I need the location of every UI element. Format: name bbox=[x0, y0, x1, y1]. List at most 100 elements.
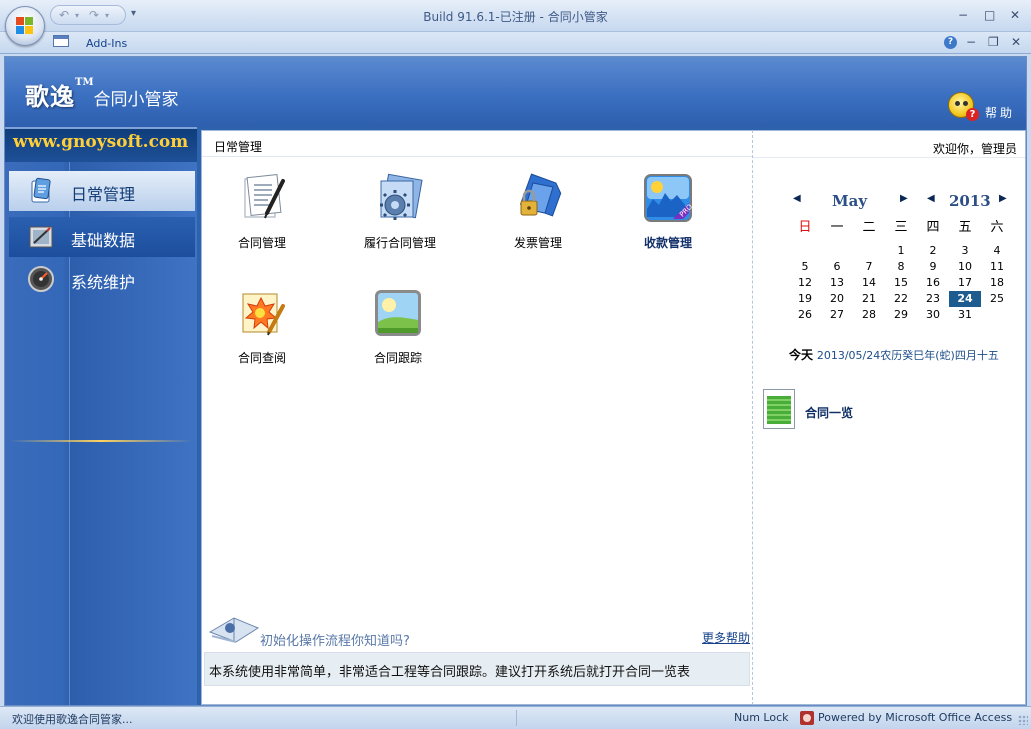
prev-month-button[interactable]: ◀ bbox=[793, 193, 801, 204]
calendar-day[interactable]: 15 bbox=[885, 275, 917, 291]
calendar-day[interactable]: 19 bbox=[789, 291, 821, 307]
calendar-day[interactable]: 7 bbox=[853, 259, 885, 275]
next-month-button[interactable]: ▶ bbox=[900, 193, 908, 204]
calendar-weekday: 一 bbox=[830, 220, 844, 235]
calendar-day[interactable]: 18 bbox=[981, 275, 1013, 291]
calendar-day[interactable]: 21 bbox=[853, 291, 885, 307]
window-title: Build 91.6.1-已注册 - 合同小管家 bbox=[423, 10, 608, 24]
calendar-week-row: 12 13 14 15 16 17 18 bbox=[789, 275, 1013, 291]
tile-contract-tracking[interactable]: 合同跟踪 bbox=[338, 288, 458, 368]
calendar-empty-cell bbox=[821, 243, 853, 259]
sidebar-item-basic-data[interactable]: 基础数据 bbox=[9, 217, 195, 257]
calendar-day[interactable]: 14 bbox=[853, 275, 885, 291]
calendar-day[interactable]: 30 bbox=[917, 307, 949, 323]
calendar-day[interactable]: 6 bbox=[821, 259, 853, 275]
calendar-day[interactable]: 31 bbox=[949, 307, 981, 323]
brand-logo: 歌逸TM 合同小管家 bbox=[25, 77, 179, 112]
site-banner: www.gnoysoft.com bbox=[5, 127, 197, 162]
num-lock-indicator: Num Lock bbox=[734, 711, 789, 724]
calendar-day[interactable]: 3 bbox=[949, 243, 981, 259]
tip-section: 初始化操作流程你知道吗? 更多帮助 本系统使用非常简单，非常适合工程等合同跟踪。… bbox=[202, 608, 752, 704]
more-help-link[interactable]: 更多帮助 bbox=[702, 629, 750, 646]
powered-by-text: Powered by Microsoft Office Access bbox=[818, 711, 1013, 724]
ribbon-minimize-button[interactable]: − bbox=[966, 35, 976, 49]
tab-add-ins[interactable]: Add-Ins bbox=[86, 37, 127, 50]
title-bar: ↶ ▾ ↷ ▾ ▾ Build 91.6.1-已注册 - 合同小管家 − □ ✕ bbox=[0, 0, 1031, 46]
window-icon bbox=[53, 35, 69, 47]
sidebar: www.gnoysoft.com 日常管理 基础数据 系统维护 bbox=[5, 127, 197, 705]
tip-box: 本系统使用非常简单，非常适合工程等合同跟踪。建议打开系统后就打开合同一览表 bbox=[204, 652, 750, 686]
close-button[interactable]: ✕ bbox=[1010, 8, 1020, 22]
office-logo-icon bbox=[16, 17, 34, 35]
calendar-day[interactable]: 22 bbox=[885, 291, 917, 307]
calendar-day[interactable]: 12 bbox=[789, 275, 821, 291]
calendar-weekday: 三 bbox=[894, 220, 908, 235]
status-bar: 欢迎使用歌逸合同管家... Num Lock Powered by Micros… bbox=[0, 706, 1031, 729]
sidebar-item-label: 日常管理 bbox=[71, 185, 136, 204]
maximize-button[interactable]: □ bbox=[984, 8, 995, 22]
calendar-day[interactable]: 25 bbox=[981, 291, 1013, 307]
sidebar-item-daily[interactable]: 日常管理 bbox=[9, 171, 195, 211]
help-face-icon[interactable] bbox=[948, 92, 979, 121]
tile-payment-management[interactable]: PRO 收款管理 bbox=[608, 173, 728, 253]
basic-data-icon bbox=[29, 226, 53, 248]
calendar-day[interactable]: 8 bbox=[885, 259, 917, 275]
calendar-weekday: 五 bbox=[958, 220, 972, 235]
pro-landscape-icon: PRO bbox=[644, 174, 694, 222]
calendar-week-row: 1234 bbox=[789, 243, 1013, 259]
calendar-day[interactable]: 13 bbox=[821, 275, 853, 291]
tip-text: 本系统使用非常简单，非常适合工程等合同跟踪。建议打开系统后就打开合同一览表 bbox=[209, 665, 691, 680]
daily-management-icon bbox=[31, 177, 51, 203]
calendar-day[interactable]: 16 bbox=[917, 275, 949, 291]
right-divider bbox=[753, 157, 1025, 158]
tile-performance-contract[interactable]: 履行合同管理 bbox=[340, 173, 460, 253]
calendar-day[interactable]: 10 bbox=[949, 259, 981, 275]
calendar-year: 2013 bbox=[949, 192, 991, 210]
calendar-day[interactable]: 29 bbox=[885, 307, 917, 323]
help-icon[interactable]: ? bbox=[944, 36, 957, 49]
calendar-empty-cell bbox=[853, 243, 885, 259]
calendar-day[interactable]: 24 bbox=[949, 291, 981, 307]
tile-invoice-management[interactable]: 发票管理 bbox=[478, 173, 598, 253]
calendar-day[interactable]: 27 bbox=[821, 307, 853, 323]
ribbon-restore-button[interactable]: ❐ bbox=[988, 35, 999, 49]
calendar-day[interactable]: 17 bbox=[949, 275, 981, 291]
lock-folder-icon bbox=[519, 173, 562, 217]
calendar-week-row: 5 6 7 8 9 10 11 bbox=[789, 259, 1013, 275]
today-label: 今天 bbox=[789, 348, 814, 362]
calendar-grid: 日一二三四五六 1 2 3 4 5 6 7 8 9 10 11 12 13 14 15 16 17 18 19 20 21… bbox=[789, 217, 1013, 323]
calendar-day[interactable]: 28 bbox=[853, 307, 885, 323]
ribbon-close-button[interactable]: ✕ bbox=[1011, 35, 1021, 49]
landscape-icon bbox=[375, 290, 421, 336]
calendar-day[interactable]: 26 bbox=[789, 307, 821, 323]
tile-label: 合同查阅 bbox=[237, 351, 286, 365]
calendar-day[interactable]: 2 bbox=[917, 243, 949, 259]
brand-main: 歌逸 bbox=[25, 82, 75, 111]
resize-grip[interactable] bbox=[1018, 715, 1028, 725]
calendar-day[interactable]: 20 bbox=[821, 291, 853, 307]
tile-label: 收款管理 bbox=[643, 236, 692, 250]
contract-document-icon bbox=[244, 173, 285, 219]
site-url: www.gnoysoft.com bbox=[13, 132, 189, 152]
sidebar-item-system[interactable]: 系统维护 bbox=[9, 259, 195, 299]
tile-contract-management[interactable]: 合同管理 bbox=[202, 173, 322, 253]
calendar-day[interactable]: 4 bbox=[981, 243, 1013, 259]
office-button[interactable] bbox=[5, 6, 45, 46]
calendar-day[interactable]: 5 bbox=[789, 259, 821, 275]
tile-label: 发票管理 bbox=[513, 236, 562, 250]
minimize-button[interactable]: − bbox=[958, 8, 968, 22]
tile-contract-lookup[interactable]: 合同查阅 bbox=[202, 288, 322, 368]
help-link[interactable]: 帮助 bbox=[985, 104, 1015, 121]
app-window: 歌逸TM合同小管家 帮助 www.gnoysoft.com 日常管理 基 bbox=[4, 56, 1027, 706]
next-year-button[interactable]: ▶ bbox=[999, 193, 1007, 204]
tip-question: 初始化操作流程你知道吗? bbox=[260, 634, 410, 649]
calendar-day[interactable]: 1 bbox=[885, 243, 917, 259]
system-maintenance-icon bbox=[28, 266, 54, 292]
today-value: 2013/05/24农历癸巳年(蛇)四月十五 bbox=[816, 349, 999, 362]
calendar-day[interactable]: 9 bbox=[917, 259, 949, 275]
welcome-text: 欢迎你，管理员 bbox=[932, 142, 1017, 156]
calendar-day[interactable]: 23 bbox=[917, 291, 949, 307]
calendar-month: May bbox=[832, 192, 868, 210]
prev-year-button[interactable]: ◀ bbox=[927, 193, 935, 204]
calendar-day[interactable]: 11 bbox=[981, 259, 1013, 275]
